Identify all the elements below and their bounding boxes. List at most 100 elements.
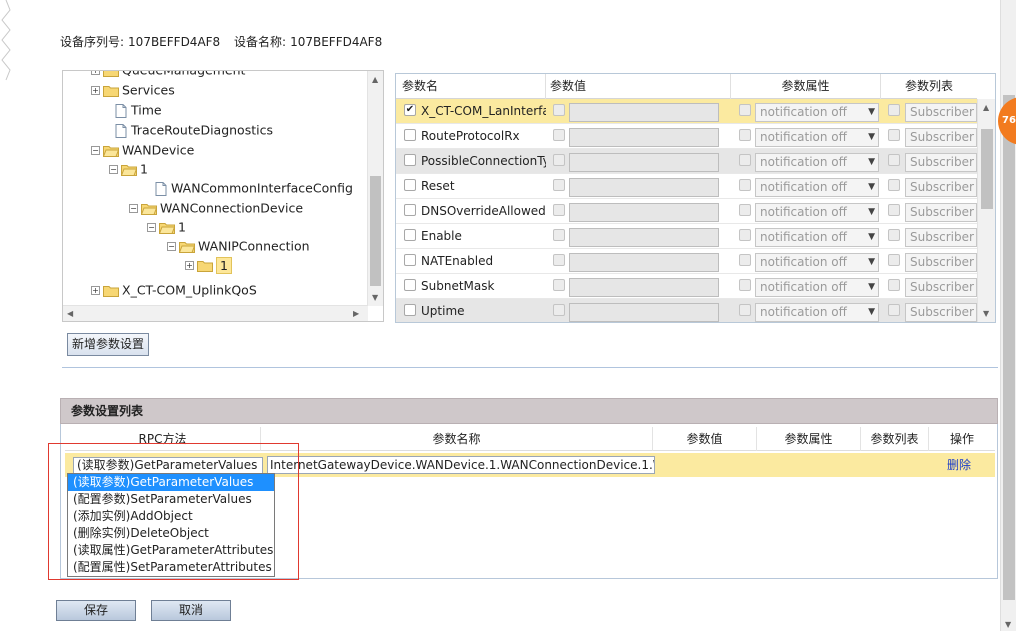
tree-scroll-thumb[interactable]: [370, 176, 381, 286]
save-button[interactable]: 保存: [56, 600, 136, 621]
scroll-down-icon[interactable]: ▼: [1005, 620, 1011, 629]
tree-node[interactable]: Time: [103, 101, 162, 119]
tree-node-label[interactable]: 1: [216, 256, 232, 274]
param-select-checkbox[interactable]: [404, 179, 416, 191]
param-attr-checkbox[interactable]: [739, 104, 751, 116]
param-attr-select[interactable]: notification off ▼: [755, 303, 879, 322]
param-list-checkbox[interactable]: [888, 304, 900, 316]
parameter-row[interactable]: ✔ X_CT-COM_LanInterface notification off ▼ S…: [396, 99, 977, 124]
parameter-row[interactable]: NATEnabled notification off ▼ Subscriber: [396, 249, 977, 274]
param-attr-select[interactable]: notification off ▼: [755, 103, 879, 122]
tree-node[interactable]: TraceRouteDiagnostics: [103, 121, 273, 139]
param-attr-select[interactable]: notification off ▼: [755, 228, 879, 247]
param-list-select[interactable]: Subscriber: [905, 253, 977, 272]
tree-node-label[interactable]: 1: [178, 220, 186, 235]
param-list-checkbox[interactable]: [888, 154, 900, 166]
param-attr-checkbox[interactable]: [739, 179, 751, 191]
parameter-row[interactable]: RouteProtocolRx notification off ▼ Subscrib…: [396, 124, 977, 149]
param-value-input[interactable]: [569, 228, 719, 247]
param-attr-checkbox[interactable]: [739, 279, 751, 291]
tree-node[interactable]: −1: [147, 218, 186, 236]
scroll-down-icon[interactable]: ▼: [372, 293, 378, 302]
param-value-checkbox[interactable]: [553, 154, 565, 166]
param-select-checkbox[interactable]: [404, 279, 416, 291]
tree-node[interactable]: + X_CT-COM_UplinkQoS: [91, 281, 257, 299]
tree-node-label[interactable]: WANIPConnection: [198, 239, 310, 254]
scroll-left-icon[interactable]: ◀: [67, 309, 73, 318]
param-attr-checkbox[interactable]: [739, 204, 751, 216]
param-attr-checkbox[interactable]: [739, 304, 751, 316]
param-list-select[interactable]: Subscriber: [905, 128, 977, 147]
param-attr-select[interactable]: notification off ▼: [755, 178, 879, 197]
tree-node-label[interactable]: Services: [122, 83, 175, 98]
param-select-checkbox[interactable]: ✔: [404, 104, 416, 116]
parameter-row[interactable]: Reset notification off ▼ Subscriber: [396, 174, 977, 199]
param-select-checkbox[interactable]: [404, 229, 416, 241]
page-scroll-thumb[interactable]: [1003, 95, 1015, 600]
param-attr-select[interactable]: notification off ▼: [755, 153, 879, 172]
param-value-input[interactable]: [569, 278, 719, 297]
param-list-checkbox[interactable]: [888, 229, 900, 241]
delete-link[interactable]: 删除: [947, 453, 971, 477]
collapse-icon[interactable]: −: [147, 223, 156, 232]
tree-node[interactable]: − WANDevice: [91, 141, 194, 159]
param-attr-select[interactable]: notification off ▼: [755, 253, 879, 272]
param-value-input[interactable]: [569, 153, 719, 172]
param-value-checkbox[interactable]: [553, 204, 565, 216]
page-scrollbar[interactable]: ▼: [1000, 0, 1016, 631]
param-select-checkbox[interactable]: [404, 154, 416, 166]
tree-node-label[interactable]: Time: [131, 103, 162, 118]
scroll-down-icon[interactable]: ▼: [983, 309, 989, 318]
param-list-select[interactable]: Subscriber: [905, 178, 977, 197]
param-value-input[interactable]: [569, 178, 719, 197]
scroll-up-icon[interactable]: ▲: [983, 103, 989, 112]
param-value-checkbox[interactable]: [553, 229, 565, 241]
parameter-row[interactable]: Enable notification off ▼ Subscriber: [396, 224, 977, 249]
tree-vertical-scrollbar[interactable]: ▲ ▼: [367, 71, 383, 306]
expand-icon[interactable]: +: [185, 261, 194, 270]
param-list-select[interactable]: Subscriber: [905, 153, 977, 172]
param-attr-checkbox[interactable]: [739, 229, 751, 241]
tree-node[interactable]: +1: [185, 256, 232, 274]
tree-node[interactable]: WANCommonInterfaceConfig: [143, 179, 353, 197]
parameter-row[interactable]: PossibleConnectionTypes notification off ▼…: [396, 149, 977, 174]
tree-node[interactable]: + QueueManagement: [91, 71, 245, 79]
param-value-checkbox[interactable]: [553, 104, 565, 116]
param-value-checkbox[interactable]: [553, 279, 565, 291]
tree-node-label[interactable]: 1: [140, 162, 148, 177]
collapse-icon[interactable]: −: [109, 165, 118, 174]
collapse-icon[interactable]: −: [167, 242, 176, 251]
parameter-row[interactable]: Uptime notification off ▼ Subscriber: [396, 299, 977, 322]
param-scroll-thumb[interactable]: [981, 129, 993, 209]
param-value-checkbox[interactable]: [553, 304, 565, 316]
param-list-checkbox[interactable]: [888, 204, 900, 216]
tree-node-label[interactable]: WANCommonInterfaceConfig: [171, 181, 353, 196]
tree-node[interactable]: −1: [109, 160, 148, 178]
cancel-button[interactable]: 取消: [151, 600, 231, 621]
tree-node-label[interactable]: X_CT-COM_UplinkQoS: [122, 283, 257, 298]
param-list-select[interactable]: Subscriber: [905, 103, 977, 122]
param-list-select[interactable]: Subscriber: [905, 203, 977, 222]
parameter-row[interactable]: DNSOverrideAllowed notification off ▼ Subsc…: [396, 199, 977, 224]
tree-node-label[interactable]: TraceRouteDiagnostics: [131, 123, 273, 138]
collapse-icon[interactable]: −: [91, 146, 100, 155]
param-attr-select[interactable]: notification off ▼: [755, 203, 879, 222]
param-value-checkbox[interactable]: [553, 179, 565, 191]
param-select-checkbox[interactable]: [404, 304, 416, 316]
tree-node-label[interactable]: WANDevice: [122, 143, 194, 158]
tree-horizontal-scrollbar[interactable]: ◀ ▶: [63, 305, 368, 321]
tree-node[interactable]: + Services: [91, 81, 175, 99]
param-list-checkbox[interactable]: [888, 129, 900, 141]
expand-icon[interactable]: +: [91, 86, 100, 95]
param-select-checkbox[interactable]: [404, 204, 416, 216]
param-select-checkbox[interactable]: [404, 129, 416, 141]
param-vertical-scrollbar[interactable]: ▲ ▼: [977, 99, 995, 322]
param-list-select[interactable]: Subscriber: [905, 228, 977, 247]
param-value-checkbox[interactable]: [553, 129, 565, 141]
add-parameter-button[interactable]: 新增参数设置: [67, 333, 149, 356]
expand-icon[interactable]: +: [91, 286, 100, 295]
param-name-input[interactable]: InternetGatewayDevice.WANDevice.1.WANCon…: [267, 456, 655, 474]
param-attr-checkbox[interactable]: [739, 129, 751, 141]
expand-icon[interactable]: +: [91, 71, 100, 75]
tree-node-label[interactable]: QueueManagement: [122, 71, 245, 78]
